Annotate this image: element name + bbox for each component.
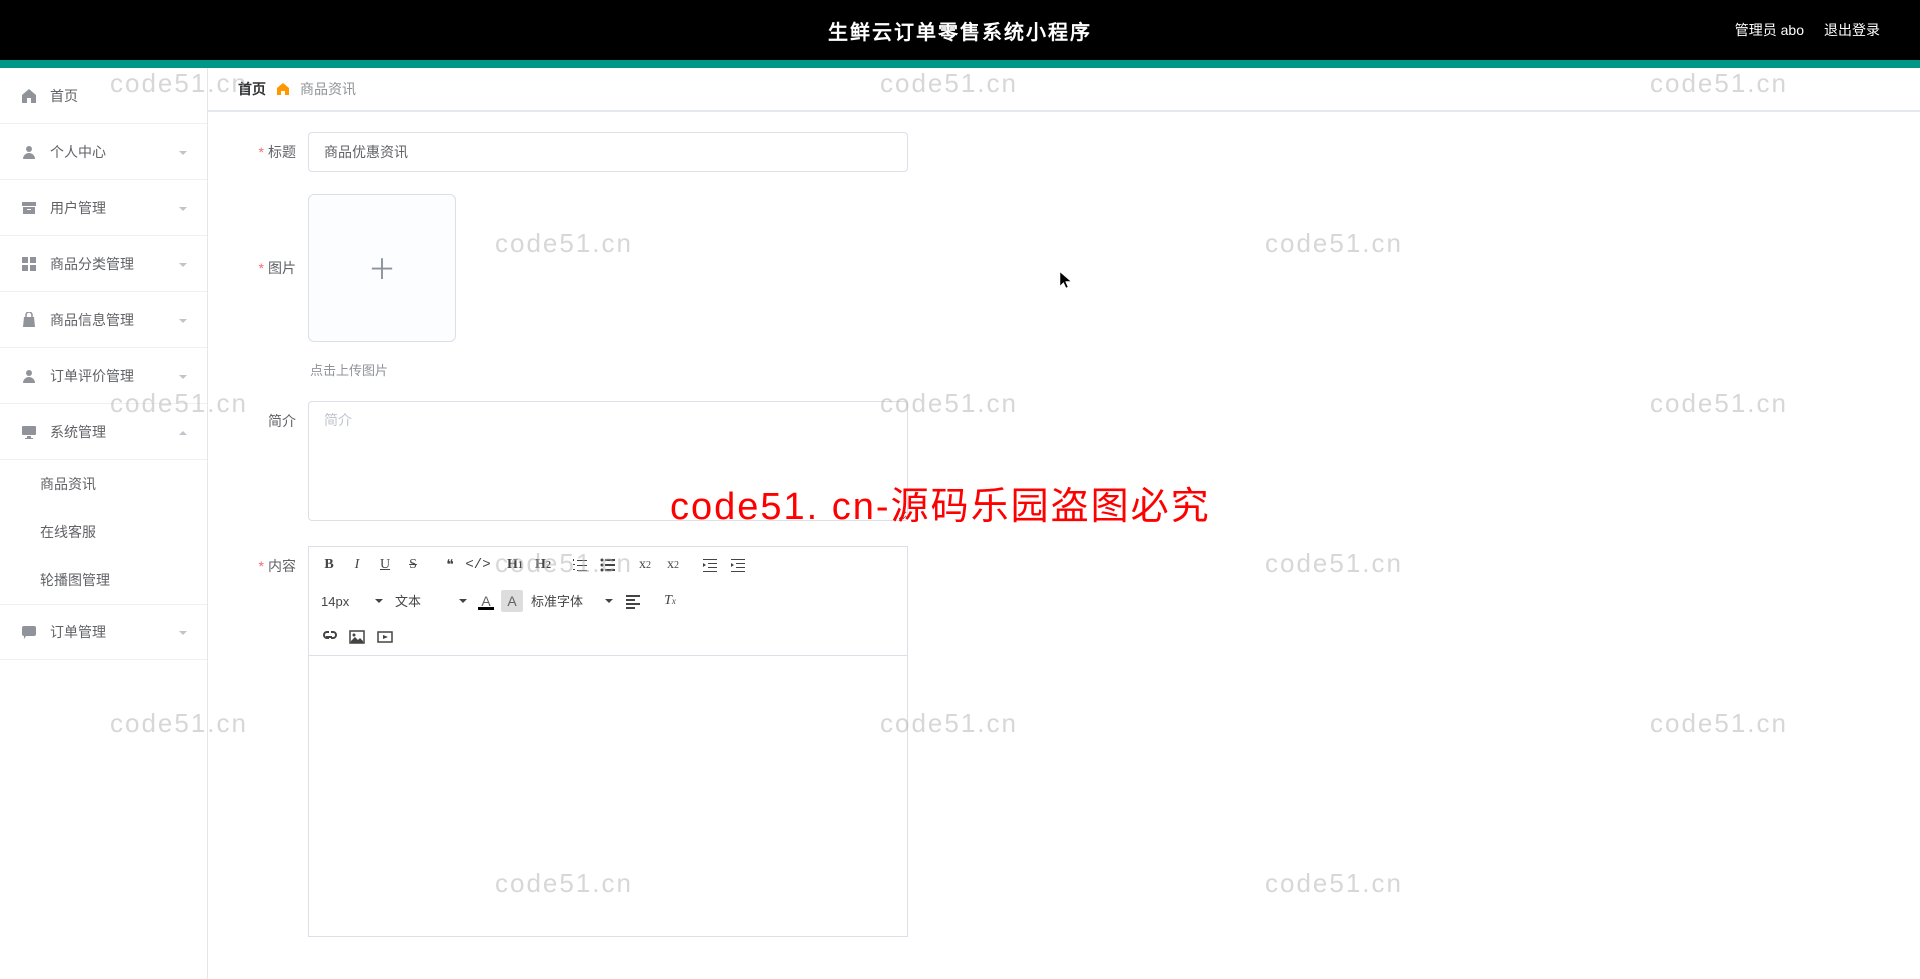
underline-button[interactable]: U [373, 553, 397, 577]
bold-button[interactable]: B [317, 553, 341, 577]
submenu-label: 在线客服 [40, 522, 96, 542]
chevron-up-icon [177, 426, 189, 438]
house-icon [276, 82, 290, 96]
submenu-item-carousel[interactable]: 轮播图管理 [0, 556, 207, 604]
format-select[interactable]: 文本 [391, 589, 471, 613]
chevron-down-icon [177, 258, 189, 270]
sidebar-item-label: 商品分类管理 [50, 254, 134, 274]
video-button[interactable] [373, 625, 397, 649]
sidebar-item-label: 用户管理 [50, 198, 106, 218]
font-size-select[interactable]: 14px [317, 589, 387, 613]
app-header: 生鲜云订单零售系统小程序 管理员 abo 退出登录 [0, 0, 1920, 60]
home-icon [20, 87, 38, 105]
image-upload-box[interactable]: ＋ [308, 194, 456, 342]
sidebar-item-system[interactable]: 系统管理 [0, 404, 207, 460]
link-button[interactable] [317, 625, 341, 649]
plus-icon: ＋ [368, 248, 396, 288]
person-icon [20, 367, 38, 385]
clear-format-button[interactable]: Tx [658, 589, 682, 613]
sidebar-item-label: 系统管理 [50, 422, 106, 442]
submenu-label: 轮播图管理 [40, 570, 110, 590]
sidebar-item-home[interactable]: 首页 [0, 68, 207, 124]
superscript-button[interactable]: x2 [661, 553, 685, 577]
rich-text-editor: B I U S ❝ </> H1 H2 [308, 546, 908, 937]
h1-button[interactable]: H1 [503, 553, 527, 577]
editor-toolbar: B I U S ❝ </> H1 H2 [309, 547, 907, 656]
editor-content-area[interactable] [309, 656, 907, 936]
subscript-button[interactable]: x2 [633, 553, 657, 577]
intro-textarea[interactable] [308, 401, 908, 521]
font-family-select[interactable]: 标准字体 [527, 589, 617, 613]
submenu-label: 商品资讯 [40, 474, 96, 494]
archive-icon [20, 199, 38, 217]
main-content: 首页 商品资讯 标题 图片 ＋ 点击上传图片 [208, 68, 1920, 979]
unordered-list-button[interactable] [596, 553, 620, 577]
form-row-image: 图片 ＋ 点击上传图片 [238, 194, 1890, 379]
chevron-down-icon [177, 202, 189, 214]
chevron-down-icon [177, 370, 189, 382]
user-icon [20, 143, 38, 161]
grid-icon [20, 255, 38, 273]
sidebar-item-label: 商品信息管理 [50, 310, 134, 330]
sidebar-item-product[interactable]: 商品信息管理 [0, 292, 207, 348]
chevron-down-icon [177, 314, 189, 326]
image-label: 图片 [238, 194, 308, 342]
intro-label: 简介 [238, 401, 308, 441]
bg-color-button[interactable]: A [501, 590, 523, 612]
image-button[interactable] [345, 625, 369, 649]
form-row-title: 标题 [238, 132, 1890, 172]
sidebar: 首页 个人中心 用户管理 商品分类管理 商品信 [0, 68, 208, 979]
sidebar-item-personal[interactable]: 个人中心 [0, 124, 207, 180]
title-label: 标题 [238, 132, 308, 172]
sidebar-item-review[interactable]: 订单评价管理 [0, 348, 207, 404]
sidebar-item-category[interactable]: 商品分类管理 [0, 236, 207, 292]
h2-button[interactable]: H2 [531, 553, 555, 577]
logout-button[interactable]: 退出登录 [1824, 20, 1880, 40]
sidebar-item-label: 首页 [50, 86, 78, 106]
form-row-content: 内容 B I U S ❝ </> H1 H2 [238, 546, 1890, 937]
monitor-icon [20, 423, 38, 441]
bag-icon [20, 311, 38, 329]
breadcrumb-home[interactable]: 首页 [238, 79, 266, 99]
code-button[interactable]: </> [466, 553, 490, 577]
title-input[interactable] [308, 132, 908, 172]
indent-increase-button[interactable] [726, 553, 750, 577]
admin-user-label[interactable]: 管理员 abo [1735, 20, 1804, 40]
accent-bar [0, 60, 1920, 68]
upload-tip: 点击上传图片 [310, 360, 456, 379]
ordered-list-button[interactable] [568, 553, 592, 577]
content-label: 内容 [238, 546, 308, 586]
submenu-item-service[interactable]: 在线客服 [0, 508, 207, 556]
sidebar-item-label: 个人中心 [50, 142, 106, 162]
indent-decrease-button[interactable] [698, 553, 722, 577]
sidebar-item-order[interactable]: 订单管理 [0, 604, 207, 660]
submenu-item-news[interactable]: 商品资讯 [0, 460, 207, 508]
breadcrumb: 首页 商品资讯 [208, 68, 1920, 112]
sidebar-item-label: 订单评价管理 [50, 366, 134, 386]
chat-icon [20, 623, 38, 641]
app-title: 生鲜云订单零售系统小程序 [240, 16, 1680, 45]
sidebar-item-users[interactable]: 用户管理 [0, 180, 207, 236]
strike-button[interactable]: S [401, 553, 425, 577]
form-row-intro: 简介 [238, 401, 1890, 524]
text-color-button[interactable]: A [475, 590, 497, 612]
italic-button[interactable]: I [345, 553, 369, 577]
blockquote-button[interactable]: ❝ [438, 553, 462, 577]
chevron-down-icon [177, 146, 189, 158]
chevron-down-icon [177, 626, 189, 638]
align-button[interactable] [621, 589, 645, 613]
breadcrumb-current: 商品资讯 [300, 79, 356, 99]
sidebar-item-label: 订单管理 [50, 622, 106, 642]
